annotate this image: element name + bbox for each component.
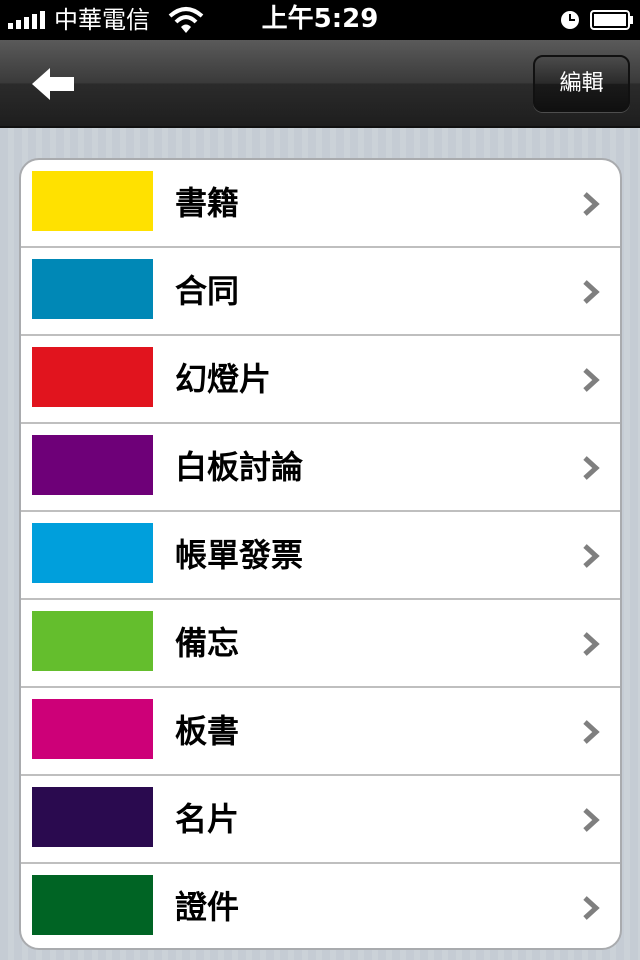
back-arrow-icon[interactable] — [30, 66, 76, 102]
list-item-label: 書籍 — [175, 184, 240, 222]
color-swatch — [32, 699, 153, 759]
chevron-right-icon — [583, 280, 600, 304]
list-item-label: 證件 — [175, 888, 240, 926]
list-item-label: 帳單發票 — [175, 536, 304, 574]
list-item-label: 名片 — [175, 800, 240, 838]
list-item-label: 合同 — [175, 272, 240, 310]
chevron-right-icon — [583, 808, 600, 832]
color-swatch — [32, 787, 153, 847]
list-item-blackboard[interactable]: 板書 — [21, 688, 620, 776]
color-swatch — [32, 523, 153, 583]
color-swatch — [32, 259, 153, 319]
list-item-label: 板書 — [175, 712, 240, 750]
battery-icon — [590, 10, 633, 30]
list-item-business-cards[interactable]: 名片 — [21, 776, 620, 864]
status-bar: 中華電信 上午5:29 — [0, 0, 640, 40]
chevron-right-icon — [583, 896, 600, 920]
list-item-whiteboard[interactable]: 白板討論 — [21, 424, 620, 512]
list-item-invoices[interactable]: 帳單發票 — [21, 512, 620, 600]
alarm-clock-icon — [561, 11, 579, 29]
chevron-right-icon — [583, 632, 600, 656]
list-item-label: 幻燈片 — [175, 360, 272, 398]
chevron-right-icon — [583, 720, 600, 744]
chevron-right-icon — [583, 192, 600, 216]
list-item-contracts[interactable]: 合同 — [21, 248, 620, 336]
chevron-right-icon — [583, 544, 600, 568]
category-list: 書籍 合同 幻燈片 白板討論 帳單發票 備忘 板書 名片 證件 — [19, 158, 622, 950]
list-item-slides[interactable]: 幻燈片 — [21, 336, 620, 424]
color-swatch — [32, 435, 153, 495]
list-item-label: 白板討論 — [175, 448, 304, 486]
color-swatch — [32, 347, 153, 407]
navigation-bar: 編輯 — [0, 40, 640, 128]
color-swatch — [32, 171, 153, 231]
list-item-label: 備忘 — [175, 624, 240, 662]
chevron-right-icon — [583, 368, 600, 392]
chevron-right-icon — [583, 456, 600, 480]
color-swatch — [32, 875, 153, 935]
color-swatch — [32, 611, 153, 671]
list-item-id-documents[interactable]: 證件 — [21, 864, 620, 948]
list-item-memo[interactable]: 備忘 — [21, 600, 620, 688]
list-item-books[interactable]: 書籍 — [21, 160, 620, 248]
status-time: 上午5:29 — [261, 4, 379, 34]
edit-button[interactable]: 編輯 — [533, 55, 630, 112]
